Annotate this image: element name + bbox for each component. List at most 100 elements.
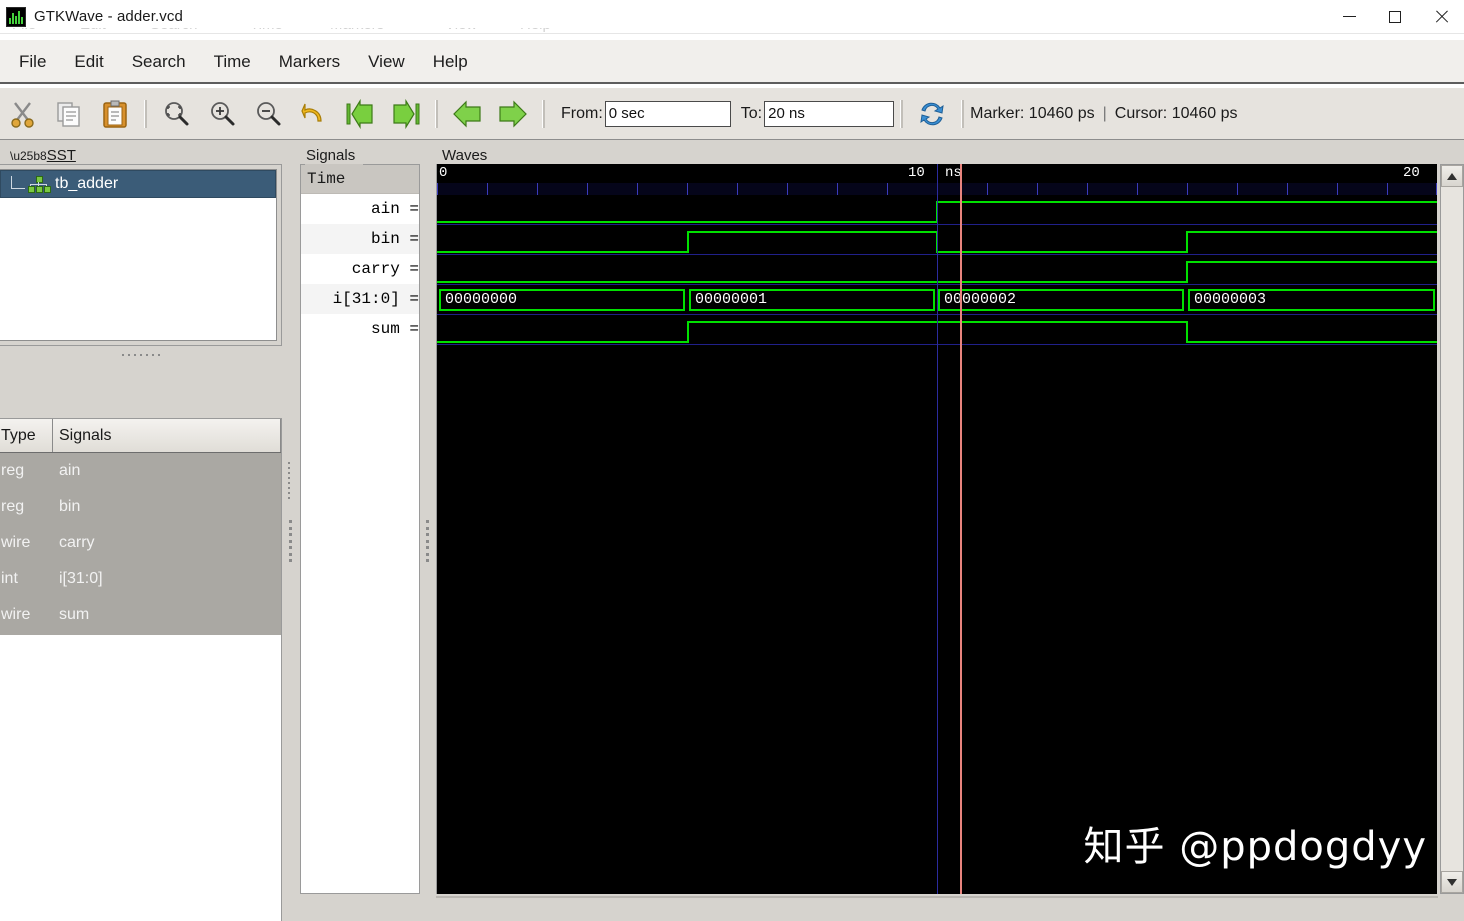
waves-vscroll-trough[interactable]: [1441, 187, 1463, 871]
signal-trace-label-sum[interactable]: sum =: [301, 314, 419, 344]
bus-segment: 00000001: [689, 289, 935, 311]
bus-value: 00000001: [695, 291, 768, 308]
cursor-status: Cursor: 10460 ps: [1114, 104, 1238, 122]
menu-markers[interactable]: Markers: [265, 50, 354, 73]
signal-name: carry: [59, 534, 95, 551]
signal-trace-label-i31_0[interactable]: i[31:0] =: [301, 284, 419, 314]
toolbar-separator-4: [900, 99, 904, 128]
toolbar-separator-3: [542, 99, 545, 128]
main-area: \u25b8SST tb_adder Type Signals reg ain …: [0, 140, 1464, 921]
cut-icon[interactable]: [0, 92, 46, 136]
close-button[interactable]: [1418, 0, 1464, 33]
sst-tree-item-label: tb_adder: [55, 175, 119, 192]
signal-type: reg: [1, 462, 25, 479]
watermark: 知乎 @ppdogdyy: [1083, 824, 1427, 870]
menu-view[interactable]: View: [354, 50, 419, 73]
goto-end-icon[interactable]: [383, 92, 429, 136]
pane-splitter-waves[interactable]: [420, 140, 434, 921]
waveform-canvas[interactable]: 0 10 ns 20 00000000 00000001 00000002 00…: [436, 164, 1437, 894]
waves-vscrollbar[interactable]: [1440, 164, 1464, 894]
to-label: To:: [740, 104, 763, 122]
ruler-tick-10: 10: [908, 165, 925, 181]
from-input[interactable]: [604, 100, 731, 127]
signal-trace-label-carry[interactable]: carry =: [301, 254, 419, 284]
maximize-button[interactable]: [1372, 0, 1418, 33]
prev-edge-icon[interactable]: [444, 92, 490, 136]
signal-name: ain: [59, 462, 81, 479]
bus-value: 00000003: [1194, 291, 1267, 308]
menu-time[interactable]: Time: [200, 50, 265, 73]
sst-tree-item-tb_adder[interactable]: tb_adder: [0, 170, 276, 198]
signal-type: int: [1, 570, 18, 587]
waves-frame-label: Waves: [438, 148, 492, 163]
goto-start-icon[interactable]: [337, 92, 383, 136]
from-label: From:: [561, 104, 603, 122]
signal-type: wire: [1, 606, 31, 623]
bus-value: 00000000: [445, 291, 518, 308]
zoom-undo-icon[interactable]: [291, 92, 337, 136]
gtkwave-window: GTKWave - adder.vcd File Edit Search Tim…: [0, 0, 1464, 921]
signals-name-pane: Time ain = bin = carry = i[31:0] = sum =: [300, 164, 420, 894]
title-bar: GTKWave - adder.vcd: [0, 0, 1464, 34]
zoom-in-icon[interactable]: [199, 92, 245, 136]
menu-file[interactable]: File: [5, 50, 60, 73]
sst-tree-frame: tb_adder: [0, 164, 282, 346]
column-header-signals[interactable]: Signals: [53, 419, 281, 452]
signal-name: sum: [59, 606, 90, 623]
waves-bottom-divider: [436, 896, 1438, 898]
copy-icon[interactable]: [46, 92, 92, 136]
toolbar-separator-1: [144, 99, 147, 128]
signal-list-row[interactable]: wire sum: [0, 597, 281, 633]
menu-search[interactable]: Search: [118, 50, 200, 73]
left-panel: \u25b8SST tb_adder Type Signals reg ain …: [0, 140, 290, 921]
reload-icon[interactable]: [909, 92, 955, 136]
zoom-fit-icon[interactable]: [153, 92, 199, 136]
tree-elbow-icon: [11, 176, 25, 189]
sst-tree-list[interactable]: tb_adder: [0, 169, 277, 341]
signal-name: i[31:0]: [59, 570, 103, 587]
zoom-out-icon[interactable]: [245, 92, 291, 136]
toolbar-separator-2: [435, 99, 438, 128]
ruler-tick-20: 20: [1403, 165, 1420, 181]
signal-trace-label-bin[interactable]: bin =: [301, 224, 419, 254]
window-controls: [1326, 0, 1464, 33]
signal-list-frame: Type Signals reg ain reg bin wire carry: [0, 418, 282, 921]
menu-edit[interactable]: Edit: [60, 50, 117, 73]
sst-frame-label: \u25b8SST: [6, 148, 80, 163]
signal-list-row[interactable]: reg bin: [0, 489, 281, 525]
signal-list-row[interactable]: reg ain: [0, 453, 281, 489]
scroll-down-icon[interactable]: [1441, 871, 1463, 893]
bus-segment: 00000003: [1188, 289, 1435, 311]
bus-segment: 00000002: [938, 289, 1184, 311]
scroll-up-icon[interactable]: [1441, 165, 1463, 187]
bus-segment: 00000000: [439, 289, 685, 311]
signal-type: reg: [1, 498, 25, 515]
minimize-button[interactable]: [1326, 0, 1372, 33]
ruler-tick-0: 0: [439, 165, 448, 181]
menu-help[interactable]: Help: [419, 50, 482, 73]
module-icon: [28, 176, 51, 193]
paste-icon[interactable]: [92, 92, 138, 136]
pane-splitter-left[interactable]: [284, 140, 296, 921]
signal-type: wire: [1, 534, 31, 551]
next-edge-icon[interactable]: [490, 92, 536, 136]
marker-line[interactable]: [937, 164, 938, 894]
signals-frame-label: Signals: [302, 148, 360, 163]
signal-name: bin: [59, 498, 81, 515]
marker-status: Marker: 10460 ps: [970, 104, 1095, 122]
window-title: GTKWave - adder.vcd: [34, 8, 183, 25]
signals-time-header: Time: [301, 164, 419, 194]
to-input[interactable]: [764, 100, 895, 127]
toolbar-separator-5: [961, 99, 965, 128]
cursor-line[interactable]: [960, 164, 962, 894]
status-separator: |: [1102, 104, 1107, 122]
signal-list-rows: reg ain reg bin wire carry int i[31:0] w…: [0, 453, 281, 635]
bus-value: 00000002: [944, 291, 1017, 308]
pane-resize-grip-horizontal[interactable]: [0, 348, 282, 362]
signal-list-row[interactable]: int i[31:0]: [0, 561, 281, 597]
signal-list-row[interactable]: wire carry: [0, 525, 281, 561]
column-header-type[interactable]: Type: [0, 419, 53, 452]
signal-trace-label-ain[interactable]: ain =: [301, 194, 419, 224]
signal-list-header: Type Signals: [0, 419, 281, 453]
waves-pane: 0 10 ns 20 00000000 00000001 00000002 00…: [436, 164, 1464, 921]
